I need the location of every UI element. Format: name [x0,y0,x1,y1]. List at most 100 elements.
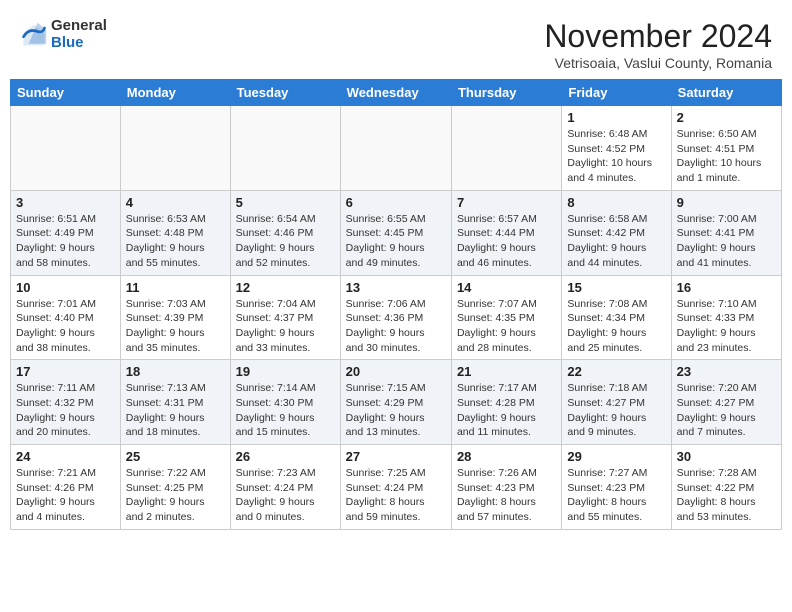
day-number: 2 [677,110,776,125]
header: General Blue November 2024 Vetrisoaia, V… [10,10,782,75]
day-number: 21 [457,364,556,379]
day-info: Sunrise: 7:26 AM Sunset: 4:23 PM Dayligh… [457,466,556,525]
calendar-cell [11,106,121,191]
day-info: Sunrise: 7:00 AM Sunset: 4:41 PM Dayligh… [677,212,776,271]
calendar-table: SundayMondayTuesdayWednesdayThursdayFrid… [10,79,782,530]
logo-blue-text: Blue [51,35,107,52]
day-number: 29 [567,449,665,464]
calendar-cell: 20 Sunrise: 7:15 AM Sunset: 4:29 PM Dayli… [340,360,451,445]
day-info: Sunrise: 7:28 AM Sunset: 4:22 PM Dayligh… [677,466,776,525]
calendar-cell: 7 Sunrise: 6:57 AM Sunset: 4:44 PM Daylig… [451,190,561,275]
calendar-cell: 8Sunrise: 6:58 AM Sunset: 4:42 PM Daylig… [562,190,671,275]
calendar-cell: 15Sunrise: 7:08 AM Sunset: 4:34 PM Dayli… [562,275,671,360]
day-info: Sunrise: 6:55 AM Sunset: 4:45 PM Dayligh… [346,212,446,271]
day-info: Sunrise: 7:04 AM Sunset: 4:37 PM Dayligh… [236,297,335,356]
day-info: Sunrise: 7:13 AM Sunset: 4:31 PM Dayligh… [126,381,225,440]
calendar-cell: 24 Sunrise: 7:21 AM Sunset: 4:26 PM Dayli… [11,445,121,530]
calendar-cell: 1 Sunrise: 6:48 AM Sunset: 4:52 PM Daylig… [562,106,671,191]
day-info: Sunrise: 7:06 AM Sunset: 4:36 PM Dayligh… [346,297,446,356]
weekday-tuesday: Tuesday [230,80,340,106]
day-info: Sunrise: 7:23 AM Sunset: 4:24 PM Dayligh… [236,466,335,525]
day-number: 15 [567,280,665,295]
calendar-cell: 19 Sunrise: 7:14 AM Sunset: 4:30 PM Dayli… [230,360,340,445]
calendar-body: 1 Sunrise: 6:48 AM Sunset: 4:52 PM Daylig… [11,106,782,530]
day-number: 18 [126,364,225,379]
day-number: 14 [457,280,556,295]
calendar-cell [120,106,230,191]
calendar-cell: 25 Sunrise: 7:22 AM Sunset: 4:25 PM Dayli… [120,445,230,530]
location-title: Vetrisoaia, Vaslui County, Romania [544,55,772,71]
calendar-cell: 16 Sunrise: 7:10 AM Sunset: 4:33 PM Dayli… [671,275,781,360]
day-info: Sunrise: 6:57 AM Sunset: 4:44 PM Dayligh… [457,212,556,271]
day-info: Sunrise: 7:07 AM Sunset: 4:35 PM Dayligh… [457,297,556,356]
day-info: Sunrise: 7:10 AM Sunset: 4:33 PM Dayligh… [677,297,776,356]
weekday-wednesday: Wednesday [340,80,451,106]
week-row-1: 1 Sunrise: 6:48 AM Sunset: 4:52 PM Daylig… [11,106,782,191]
weekday-friday: Friday [562,80,671,106]
day-info: Sunrise: 7:17 AM Sunset: 4:28 PM Dayligh… [457,381,556,440]
week-row-4: 17 Sunrise: 7:11 AM Sunset: 4:32 PM Dayli… [11,360,782,445]
calendar-cell: 14 Sunrise: 7:07 AM Sunset: 4:35 PM Dayli… [451,275,561,360]
day-info: Sunrise: 7:03 AM Sunset: 4:39 PM Dayligh… [126,297,225,356]
calendar-cell: 27Sunrise: 7:25 AM Sunset: 4:24 PM Dayli… [340,445,451,530]
day-info: Sunrise: 7:15 AM Sunset: 4:29 PM Dayligh… [346,381,446,440]
day-number: 6 [346,195,446,210]
month-title: November 2024 [544,18,772,55]
calendar-cell: 3Sunrise: 6:51 AM Sunset: 4:49 PM Daylig… [11,190,121,275]
day-number: 20 [346,364,446,379]
day-info: Sunrise: 6:53 AM Sunset: 4:48 PM Dayligh… [126,212,225,271]
day-info: Sunrise: 7:21 AM Sunset: 4:26 PM Dayligh… [16,466,115,525]
week-row-3: 10Sunrise: 7:01 AM Sunset: 4:40 PM Dayli… [11,275,782,360]
calendar-cell: 11Sunrise: 7:03 AM Sunset: 4:39 PM Dayli… [120,275,230,360]
calendar-cell: 29 Sunrise: 7:27 AM Sunset: 4:23 PM Dayli… [562,445,671,530]
calendar-cell: 2 Sunrise: 6:50 AM Sunset: 4:51 PM Daylig… [671,106,781,191]
day-info: Sunrise: 7:14 AM Sunset: 4:30 PM Dayligh… [236,381,335,440]
weekday-saturday: Saturday [671,80,781,106]
day-info: Sunrise: 6:48 AM Sunset: 4:52 PM Dayligh… [567,127,665,186]
day-info: Sunrise: 6:58 AM Sunset: 4:42 PM Dayligh… [567,212,665,271]
day-number: 13 [346,280,446,295]
calendar-cell: 30 Sunrise: 7:28 AM Sunset: 4:22 PM Dayli… [671,445,781,530]
calendar-cell [230,106,340,191]
weekday-header-row: SundayMondayTuesdayWednesdayThursdayFrid… [11,80,782,106]
calendar-cell [451,106,561,191]
day-info: Sunrise: 7:20 AM Sunset: 4:27 PM Dayligh… [677,381,776,440]
day-number: 19 [236,364,335,379]
day-number: 30 [677,449,776,464]
day-number: 28 [457,449,556,464]
day-info: Sunrise: 7:18 AM Sunset: 4:27 PM Dayligh… [567,381,665,440]
logo-icon [20,21,48,49]
day-number: 12 [236,280,335,295]
day-number: 16 [677,280,776,295]
day-info: Sunrise: 7:11 AM Sunset: 4:32 PM Dayligh… [16,381,115,440]
day-info: Sunrise: 7:22 AM Sunset: 4:25 PM Dayligh… [126,466,225,525]
calendar-cell: 13 Sunrise: 7:06 AM Sunset: 4:36 PM Dayli… [340,275,451,360]
calendar-cell: 26Sunrise: 7:23 AM Sunset: 4:24 PM Dayli… [230,445,340,530]
day-number: 17 [16,364,115,379]
calendar-cell: 5 Sunrise: 6:54 AM Sunset: 4:46 PM Daylig… [230,190,340,275]
title-area: November 2024 Vetrisoaia, Vaslui County,… [544,18,772,71]
calendar-cell: 23 Sunrise: 7:20 AM Sunset: 4:27 PM Dayli… [671,360,781,445]
day-number: 24 [16,449,115,464]
day-info: Sunrise: 6:50 AM Sunset: 4:51 PM Dayligh… [677,127,776,186]
calendar-cell: 12 Sunrise: 7:04 AM Sunset: 4:37 PM Dayli… [230,275,340,360]
calendar-cell: 28 Sunrise: 7:26 AM Sunset: 4:23 PM Dayli… [451,445,561,530]
day-number: 7 [457,195,556,210]
day-number: 25 [126,449,225,464]
day-info: Sunrise: 7:27 AM Sunset: 4:23 PM Dayligh… [567,466,665,525]
day-number: 1 [567,110,665,125]
calendar-cell: 4 Sunrise: 6:53 AM Sunset: 4:48 PM Daylig… [120,190,230,275]
day-number: 9 [677,195,776,210]
day-number: 4 [126,195,225,210]
weekday-thursday: Thursday [451,80,561,106]
week-row-2: 3Sunrise: 6:51 AM Sunset: 4:49 PM Daylig… [11,190,782,275]
day-number: 27 [346,449,446,464]
calendar-cell [340,106,451,191]
day-number: 5 [236,195,335,210]
day-number: 10 [16,280,115,295]
week-row-5: 24 Sunrise: 7:21 AM Sunset: 4:26 PM Dayli… [11,445,782,530]
day-info: Sunrise: 6:54 AM Sunset: 4:46 PM Dayligh… [236,212,335,271]
day-number: 23 [677,364,776,379]
calendar-cell: 17 Sunrise: 7:11 AM Sunset: 4:32 PM Dayli… [11,360,121,445]
day-info: Sunrise: 6:51 AM Sunset: 4:49 PM Dayligh… [16,212,115,271]
